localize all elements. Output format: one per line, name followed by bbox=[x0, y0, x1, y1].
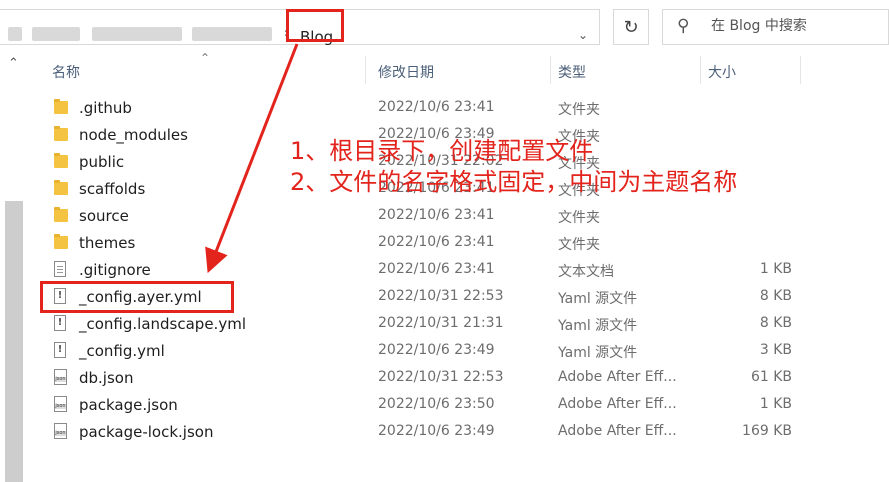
annotation-arrow bbox=[205, 43, 299, 274]
annotation-line-2: 2、文件的名字格式固定，中间为主题名称 bbox=[290, 168, 738, 196]
annotation-line-1: 1、根目录下，创建配置文件 bbox=[290, 137, 594, 165]
